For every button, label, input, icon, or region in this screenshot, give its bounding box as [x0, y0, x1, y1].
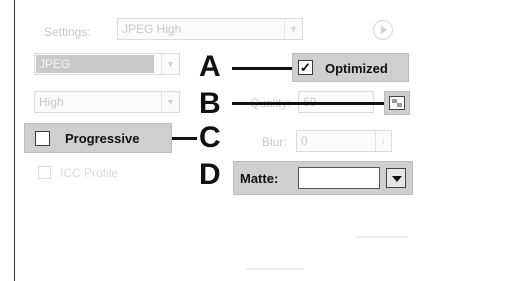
icc-profile-checkbox[interactable] — [38, 166, 51, 179]
matte-label: Matte: — [240, 171, 279, 186]
matte-dropdown-button[interactable] — [386, 168, 406, 188]
settings-preset-value: JPEG High — [122, 22, 182, 36]
quality-picker-button[interactable] — [384, 91, 410, 115]
faded-divider — [246, 268, 304, 270]
optimized-label: Optimized — [325, 61, 388, 76]
progressive-option[interactable]: Progressive — [24, 123, 172, 153]
faded-divider — [356, 236, 408, 238]
optimized-checkbox[interactable]: ✓ — [298, 60, 313, 75]
callout-letter-b: B — [199, 87, 221, 120]
chevron-down-icon: ▼ — [284, 19, 302, 39]
progressive-label: Progressive — [65, 131, 140, 146]
settings-preset-select[interactable]: JPEG High ▼ — [117, 18, 303, 40]
optimized-option[interactable]: ✓ Optimized — [292, 53, 409, 82]
callout-line-b — [232, 102, 384, 105]
callout-line-a — [232, 67, 295, 70]
blur-field[interactable]: 0 › — [296, 130, 392, 152]
chevron-down-icon — [392, 176, 402, 182]
panel-border — [14, 0, 15, 281]
progressive-checkbox[interactable] — [35, 131, 50, 146]
chevron-down-icon: ▼ — [161, 54, 179, 74]
matte-option: Matte: — [233, 161, 413, 195]
blur-value: 0 — [301, 134, 308, 148]
play-circle-icon[interactable] — [373, 20, 393, 40]
quality-level-value: High — [39, 95, 64, 109]
callout-letter-a: A — [199, 50, 221, 83]
callout-line-c — [172, 137, 197, 140]
quality-picker-icon — [389, 96, 405, 110]
settings-label: Settings: — [44, 25, 91, 39]
quality-level-select[interactable]: High ▼ — [34, 91, 180, 113]
icc-profile-label: ICC Profile — [60, 166, 119, 180]
checkmark-icon: ✓ — [300, 60, 311, 75]
chevron-down-icon: ▼ — [161, 92, 179, 112]
format-select[interactable]: JPEG ▼ — [34, 53, 180, 75]
matte-swatch[interactable] — [298, 167, 380, 189]
format-value: JPEG — [36, 55, 154, 73]
callout-letter-d: D — [199, 158, 221, 191]
blur-label: Blur: — [262, 135, 287, 149]
chevron-right-icon: › — [375, 131, 391, 151]
callout-letter-c: C — [199, 121, 221, 154]
